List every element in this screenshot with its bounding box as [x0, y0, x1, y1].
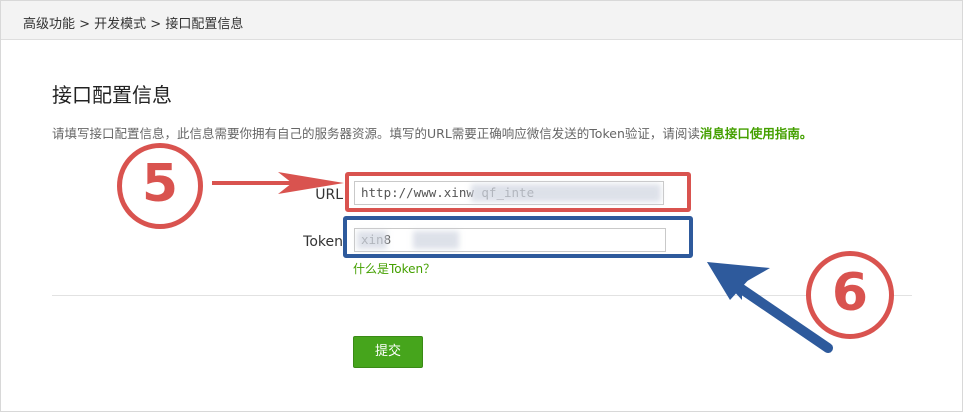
step-5-marker: 5 [117, 143, 203, 229]
red-arrow [212, 172, 344, 194]
step-6-marker: 6 [806, 251, 894, 339]
